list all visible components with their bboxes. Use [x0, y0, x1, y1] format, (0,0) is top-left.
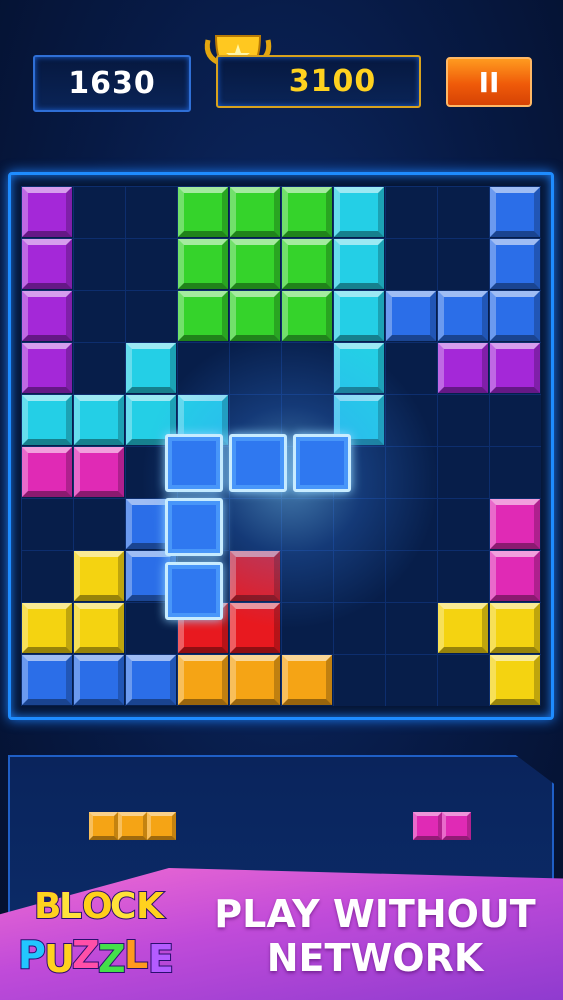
board-block-blue [438, 291, 488, 341]
promo-tagline: PLAY WITHOUT NETWORK [195, 892, 555, 980]
board-block-purple [22, 291, 72, 341]
board-block-yellow [22, 603, 72, 653]
tray-block[interactable] [118, 812, 147, 840]
board-block-cyan [334, 187, 384, 237]
dragging-piece-block[interactable] [165, 498, 223, 556]
board-block-orange [230, 655, 280, 705]
board-block-cyan [126, 343, 176, 393]
board-block-yellow [490, 603, 540, 653]
board-block-blue [126, 655, 176, 705]
board-block-purple [438, 343, 488, 393]
board-block-cyan [74, 395, 124, 445]
board-block-green [230, 239, 280, 289]
board-block-green [230, 187, 280, 237]
svg-text:K: K [136, 886, 165, 927]
svg-text:L: L [124, 933, 148, 977]
tray-block[interactable] [147, 812, 176, 840]
board-block-blue [22, 655, 72, 705]
dragging-piece-block[interactable] [229, 434, 287, 492]
board-block-red [230, 603, 280, 653]
board-block-green [282, 291, 332, 341]
svg-text:B: B [34, 886, 61, 927]
svg-text:P: P [18, 933, 46, 977]
board-block-magenta [74, 447, 124, 497]
block-puzzle-logo: B L O C K P U Z Z L E [12, 872, 182, 990]
board-block-green [282, 187, 332, 237]
board-block-cyan [22, 395, 72, 445]
svg-text:Z: Z [98, 937, 126, 981]
best-score: 3100 [216, 55, 421, 108]
pause-button[interactable]: II [446, 57, 532, 107]
svg-text:C: C [110, 886, 136, 927]
dragging-piece-block[interactable] [165, 562, 223, 620]
board-block-yellow [490, 655, 540, 705]
board-block-green [230, 291, 280, 341]
tagline-line1: PLAY WITHOUT [214, 892, 536, 936]
board-block-purple [22, 239, 72, 289]
svg-text:O: O [82, 886, 113, 927]
board-block-orange [178, 655, 228, 705]
board-block-purple [22, 343, 72, 393]
board-block-orange [282, 655, 332, 705]
best-score-value: 3100 [288, 64, 377, 99]
board-block-purple [22, 187, 72, 237]
board-block-yellow [74, 603, 124, 653]
tray-block[interactable] [89, 812, 118, 840]
board-block-blue [490, 239, 540, 289]
board-block-magenta [22, 447, 72, 497]
board-block-green [282, 239, 332, 289]
current-score-value: 1630 [68, 66, 156, 101]
board-block-blue [74, 655, 124, 705]
pause-icon: II [478, 65, 500, 99]
board-block-green [178, 239, 228, 289]
board-block-green [178, 187, 228, 237]
svg-text:Z: Z [72, 933, 100, 977]
tagline-line2: NETWORK [266, 936, 484, 980]
board-block-yellow [74, 551, 124, 601]
dragging-piece-block[interactable] [293, 434, 351, 492]
board-block-magenta [490, 551, 540, 601]
board-block-cyan [334, 291, 384, 341]
board-block-green [178, 291, 228, 341]
current-score: 1630 [33, 55, 191, 112]
svg-text:L: L [59, 886, 82, 927]
svg-text:U: U [44, 937, 75, 981]
tray-block[interactable] [413, 812, 442, 840]
board-block-blue [386, 291, 436, 341]
board-block-blue [490, 291, 540, 341]
board-block-red [230, 551, 280, 601]
svg-text:E: E [148, 937, 174, 981]
tray-block[interactable] [442, 812, 471, 840]
board-block-blue [490, 187, 540, 237]
board-block-purple [490, 343, 540, 393]
board-block-yellow [438, 603, 488, 653]
logo-graphic: B L O C K P U Z Z L E [17, 885, 175, 982]
board-block-cyan [334, 343, 384, 393]
board-block-magenta [490, 499, 540, 549]
dragging-piece-block[interactable] [165, 434, 223, 492]
board-block-cyan [334, 239, 384, 289]
